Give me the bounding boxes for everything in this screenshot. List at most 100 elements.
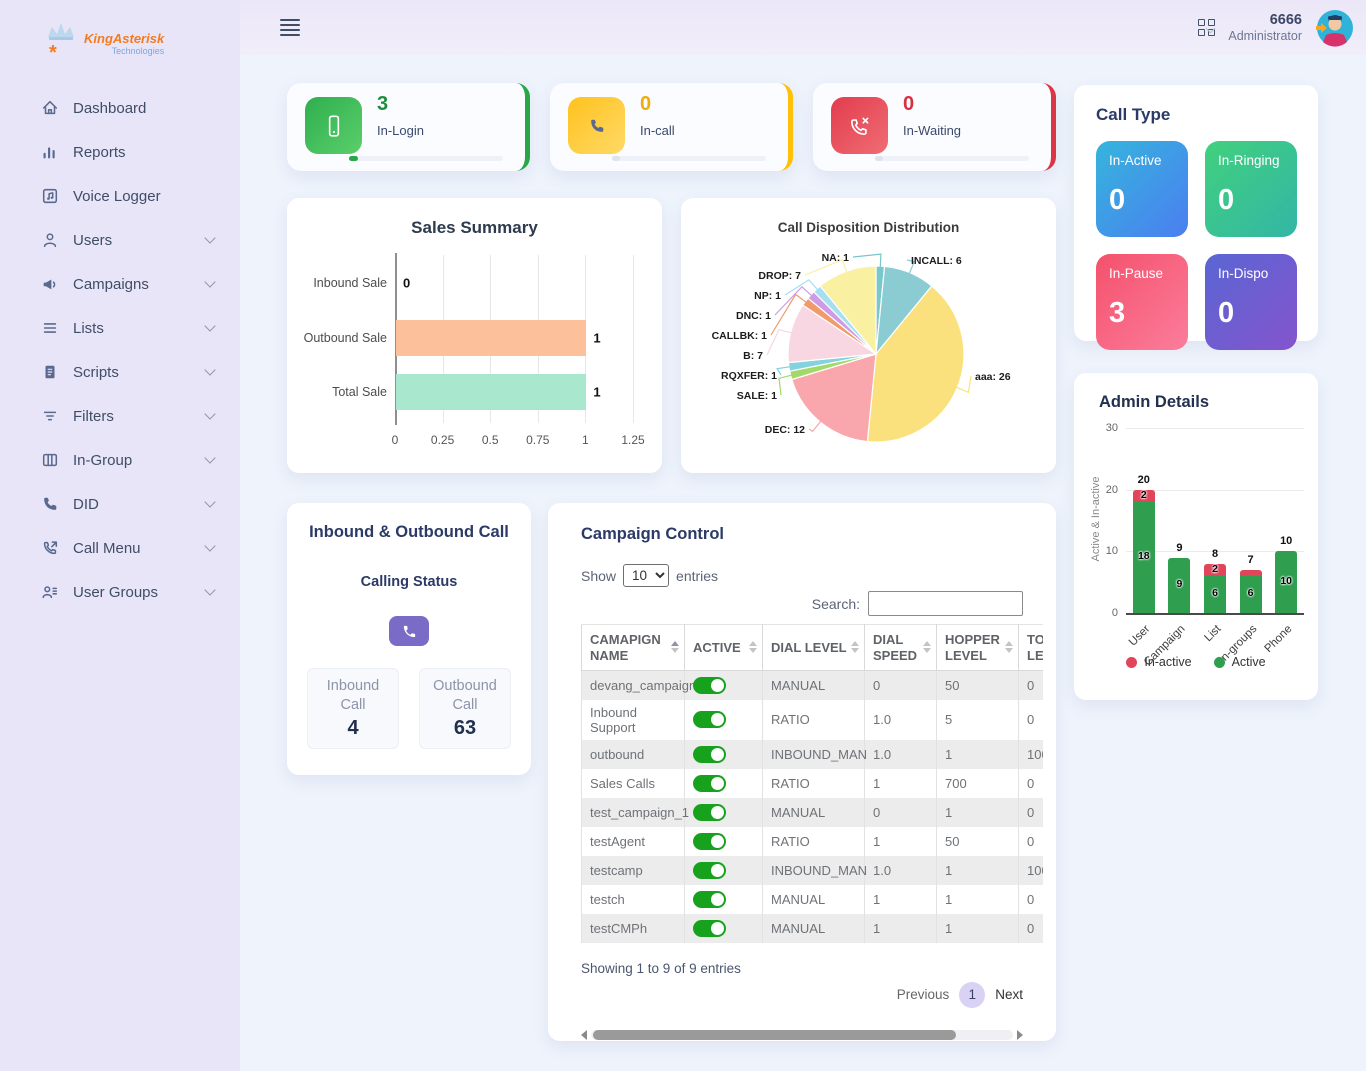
chevron-down-icon [204,408,216,420]
stat-card-in-login: 3 In-Login [287,83,530,171]
legend-item-in-active: In-active [1126,655,1192,669]
sales-bar-value: 0 [403,275,411,291]
admin-legend: In-active Active [1074,655,1318,669]
sidebar-item-campaigns[interactable]: Campaigns [0,262,240,306]
sidebar-item-label: Campaigns [73,275,149,293]
column-header-hopper-level[interactable]: HOPPER LEVEL [936,624,1019,671]
sidebar-nav: Dashboard Reports Voice Logger Users Cam… [0,86,240,614]
hopper-level: 1 [936,913,1019,943]
sidebar-item-label: Scripts [73,363,119,381]
avatar[interactable] [1314,9,1354,47]
sidebar-item-did[interactable]: DID [0,482,240,526]
sidebar-item-users[interactable]: Users [0,218,240,262]
pagination-previous[interactable]: Previous [897,987,950,1002]
dial-speed: 0 [864,670,937,700]
sidebar-item-label: User Groups [73,583,159,601]
calling-status-phone-button[interactable] [389,616,429,646]
sidebar-item-scripts[interactable]: Scripts [0,350,240,394]
brand-crown-asterisk-icon: * [44,21,78,65]
sidebar-item-user-groups[interactable]: User Groups [0,570,240,614]
sidebar-item-filters[interactable]: Filters [0,394,240,438]
chevron-down-icon [204,364,216,376]
dial-speed: 1 [864,768,937,798]
search-input[interactable] [868,591,1023,616]
scrollbar-track[interactable] [591,1029,1013,1040]
call-disposition-pie-chart: NA: 1 INCALL: 6 aaa: 26 DEC: 12 SALE: 1 RQXFE… [681,235,1056,475]
sidebar-item-label: Call Menu [73,539,141,557]
campaign-name: outbound [581,739,685,769]
active-toggle[interactable] [693,919,726,937]
campaign-name: devang_campaign [581,670,696,700]
svg-text:RQXFER: 1: RQXFER: 1 [721,370,777,382]
sort-arrows-icon [671,640,679,653]
dial-speed: 1 [864,884,937,914]
scroll-left-arrow-icon[interactable] [581,1029,587,1040]
menu-toggle-icon[interactable] [280,16,300,39]
admin-bar-in-groups: 6 [1239,569,1262,613]
sidebar-item-reports[interactable]: Reports [0,130,240,174]
user-groups-icon [40,582,60,602]
column-header-camapign-name[interactable]: CAMAPIGN NAME [581,624,685,671]
phone-missed-icon [831,97,888,154]
tile-label: In-Ringing [1218,153,1280,168]
stat-value: 3 [377,93,389,115]
sort-arrows-icon [923,640,931,653]
column-header-dial-level[interactable]: DIAL LEVEL [762,624,865,671]
admin-details-card: Admin Details 0 10 20 30 Active & In-active 2… [1074,373,1318,700]
active-toggle[interactable] [693,745,726,763]
scroll-right-arrow-icon[interactable] [1017,1029,1023,1040]
brand-logo[interactable]: * KingAsterisk Technologies [0,0,240,72]
stat-card-in-waiting: 0 In-Waiting [813,83,1056,171]
table-row: Inbound Support RATIO 1.0 5 0 [581,699,1043,740]
sidebar-item-dashboard[interactable]: Dashboard [0,86,240,130]
column-header-dial-speed[interactable]: DIAL SPEED [864,624,937,671]
active-toggle[interactable] [693,890,726,908]
columns-icon [40,450,60,470]
sales-bar [396,374,587,410]
hopper-level: 50 [936,670,1019,700]
active-toggle[interactable] [693,832,726,850]
scrollbar-thumb[interactable] [593,1029,956,1040]
stat-value: 0 [640,93,652,115]
sidebar-item-label: Dashboard [73,99,147,117]
total-leads: 0 [1018,826,1043,856]
active-toggle[interactable] [693,676,726,694]
page-size-select[interactable]: 10 [623,564,670,587]
show-label: Show [581,567,617,584]
sidebar-item-label: Voice Logger [73,187,161,205]
call-type-tile-in-active: In-Active 0 [1096,141,1188,237]
filter-icon [40,406,60,426]
active-toggle[interactable] [693,803,726,821]
svg-text:NA: 1: NA: 1 [822,252,850,264]
bar-chart-icon [40,142,60,162]
table-row: test_campaign_1 MANUAL 0 1 0 [581,797,1043,827]
sidebar-item-in-group[interactable]: In-Group [0,438,240,482]
topbar: 6666 Administrator [240,0,1366,55]
tile-value: 0 [1218,297,1235,329]
call-type-tile-in-dispo: In-Dispo 0 [1205,254,1297,350]
chevron-down-icon [204,276,216,288]
column-header-total-leads[interactable]: TOTAL LEADS [1018,624,1043,671]
sidebar-item-call-menu[interactable]: Call Menu [0,526,240,570]
sidebar-item-label: In-Group [73,451,133,469]
campaign-name: testCMPh [581,913,685,943]
active-toggle[interactable] [693,861,726,879]
active-toggle[interactable] [693,774,726,792]
dial-level: MANUAL [762,913,865,943]
pagination-page-1[interactable]: 1 [959,981,986,1008]
svg-text:DROP: 7: DROP: 7 [758,270,801,282]
sales-summary-chart: 0 0.25 0.5 0.75 1 1.25 Inbound Sale 0 Outbound S… [287,198,662,473]
stat-label: In-Waiting [903,123,962,138]
voice-logger-icon [40,186,60,206]
active-toggle[interactable] [693,711,726,728]
chevron-down-icon [204,540,216,552]
call-type-tile-in-pause: In-Pause 3 [1096,254,1188,350]
table-row: testcamp INBOUND_MAN 1.0 1 100 [581,855,1043,885]
sidebar-item-lists[interactable]: Lists [0,306,240,350]
column-header-active[interactable]: ACTIVE [684,624,763,671]
sales-bar-value: 1 [593,330,601,346]
stat-progress [349,156,503,161]
tile-value: 0 [1109,184,1126,216]
pagination-next[interactable]: Next [995,987,1023,1002]
sidebar-item-voice-logger[interactable]: Voice Logger [0,174,240,218]
